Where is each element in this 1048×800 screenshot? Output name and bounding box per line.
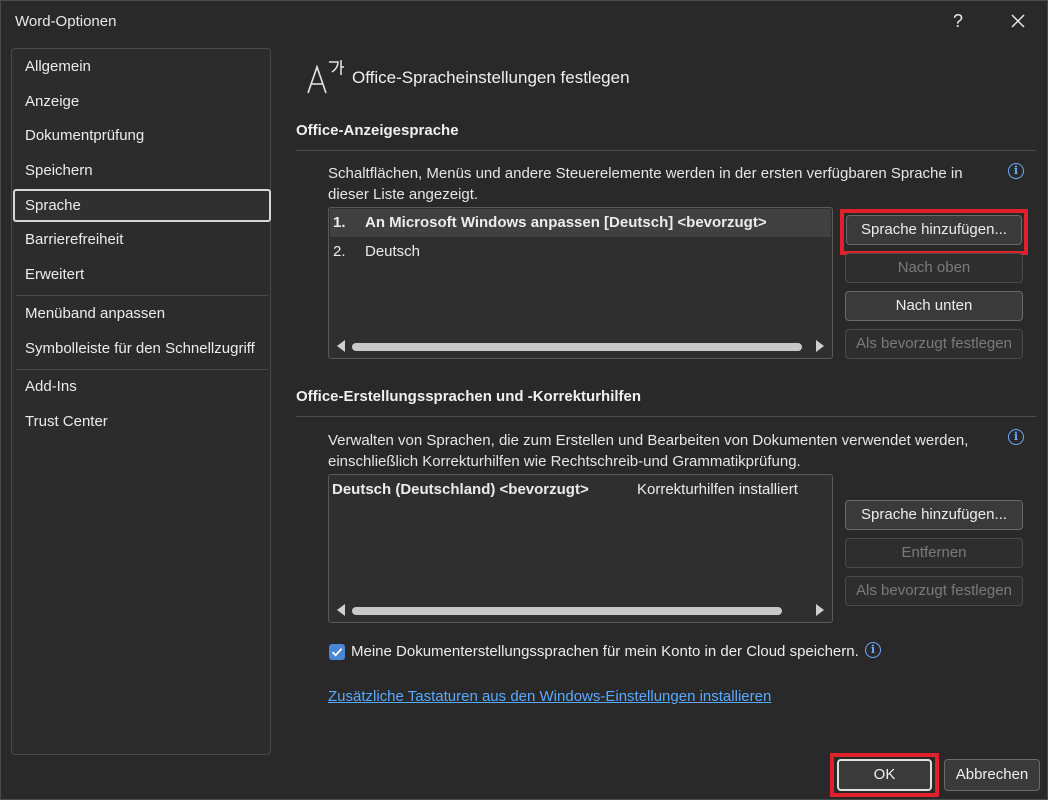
sidebar-divider <box>16 295 268 296</box>
sidebar-item-menueband[interactable]: Menüband anpassen <box>14 297 270 330</box>
install-keyboards-link[interactable]: Zusätzliche Tastaturen aus den Windows-E… <box>328 688 771 705</box>
sidebar-nav: Allgemein Anzeige Dokumentprüfung Speich… <box>11 48 271 755</box>
section-divider <box>296 150 1036 151</box>
scroll-left-icon[interactable] <box>337 604 345 616</box>
horizontal-scrollbar[interactable] <box>330 337 831 357</box>
scroll-right-icon[interactable] <box>816 604 824 616</box>
add-display-language-button[interactable]: Sprache hinzufügen... <box>846 215 1022 245</box>
horizontal-scrollbar[interactable] <box>330 601 831 621</box>
close-icon <box>1011 14 1025 28</box>
info-icon[interactable]: i <box>1008 429 1024 445</box>
sidebar-item-allgemein[interactable]: Allgemein <box>14 50 270 83</box>
sidebar-item-sprache[interactable]: Sprache <box>13 189 271 222</box>
language-icon <box>307 60 344 94</box>
sidebar-item-erweitert[interactable]: Erweitert <box>14 258 270 291</box>
authoring-language-list[interactable]: Deutsch (Deutschland) <bevorzugt> Korrek… <box>328 474 833 623</box>
ok-button[interactable]: OK <box>837 759 932 791</box>
authoring-language-heading: Office-Erstellungssprachen und -Korrektu… <box>296 388 642 405</box>
info-icon[interactable]: i <box>865 642 881 658</box>
scroll-right-icon[interactable] <box>816 340 824 352</box>
list-item[interactable]: 1. An Microsoft Windows anpassen [Deutsc… <box>330 209 831 237</box>
sidebar-item-speichern[interactable]: Speichern <box>14 154 270 187</box>
remove-button[interactable]: Entfernen <box>845 538 1023 568</box>
display-language-list[interactable]: 1. An Microsoft Windows anpassen [Deutsc… <box>328 207 833 359</box>
authoring-language-description: Verwalten von Sprachen, die zum Erstelle… <box>328 432 969 470</box>
list-item[interactable]: 2. Deutsch <box>330 238 831 266</box>
scroll-thumb[interactable] <box>352 607 782 615</box>
move-down-button[interactable]: Nach unten <box>845 291 1023 321</box>
checkmark-icon <box>331 648 343 657</box>
title-bar: Word-Optionen ? <box>1 1 1047 41</box>
close-button[interactable] <box>1003 7 1033 35</box>
sidebar-item-anzeige[interactable]: Anzeige <box>14 85 270 118</box>
cloud-save-label[interactable]: Meine Dokumenterstellungssprachen für me… <box>351 643 859 660</box>
scroll-left-icon[interactable] <box>337 340 345 352</box>
set-preferred-display-button[interactable]: Als bevorzugt festlegen <box>845 329 1023 359</box>
cancel-button[interactable]: Abbrechen <box>944 759 1040 791</box>
cloud-save-checkbox[interactable] <box>329 644 345 660</box>
sidebar-item-trust-center[interactable]: Trust Center <box>14 405 270 438</box>
sidebar-item-addins[interactable]: Add-Ins <box>14 370 270 403</box>
section-divider <box>296 416 1036 417</box>
help-button[interactable]: ? <box>943 7 973 35</box>
page-title: Office-Spracheinstellungen festlegen <box>352 68 630 87</box>
move-up-button[interactable]: Nach oben <box>845 253 1023 283</box>
sidebar-item-schnellzugriff[interactable]: Symbolleiste für den Schnellzugriff <box>14 332 270 365</box>
add-authoring-language-button[interactable]: Sprache hinzufügen... <box>845 500 1023 530</box>
sidebar-item-dokumentpruefung[interactable]: Dokumentprüfung <box>14 119 270 152</box>
sidebar-item-barrierefreiheit[interactable]: Barrierefreiheit <box>14 223 270 256</box>
info-icon[interactable]: i <box>1008 163 1024 179</box>
display-language-description: Schaltflächen, Menüs und andere Steuerel… <box>328 165 963 203</box>
window-title: Word-Optionen <box>15 13 117 30</box>
set-preferred-authoring-button[interactable]: Als bevorzugt festlegen <box>845 576 1023 606</box>
word-options-dialog: Word-Optionen ? Allgemein Anzeige Dokume… <box>0 0 1048 800</box>
display-language-heading: Office-Anzeigesprache <box>296 122 459 139</box>
list-item[interactable]: Deutsch (Deutschland) <bevorzugt> Korrek… <box>330 476 831 504</box>
scroll-thumb[interactable] <box>352 343 802 351</box>
